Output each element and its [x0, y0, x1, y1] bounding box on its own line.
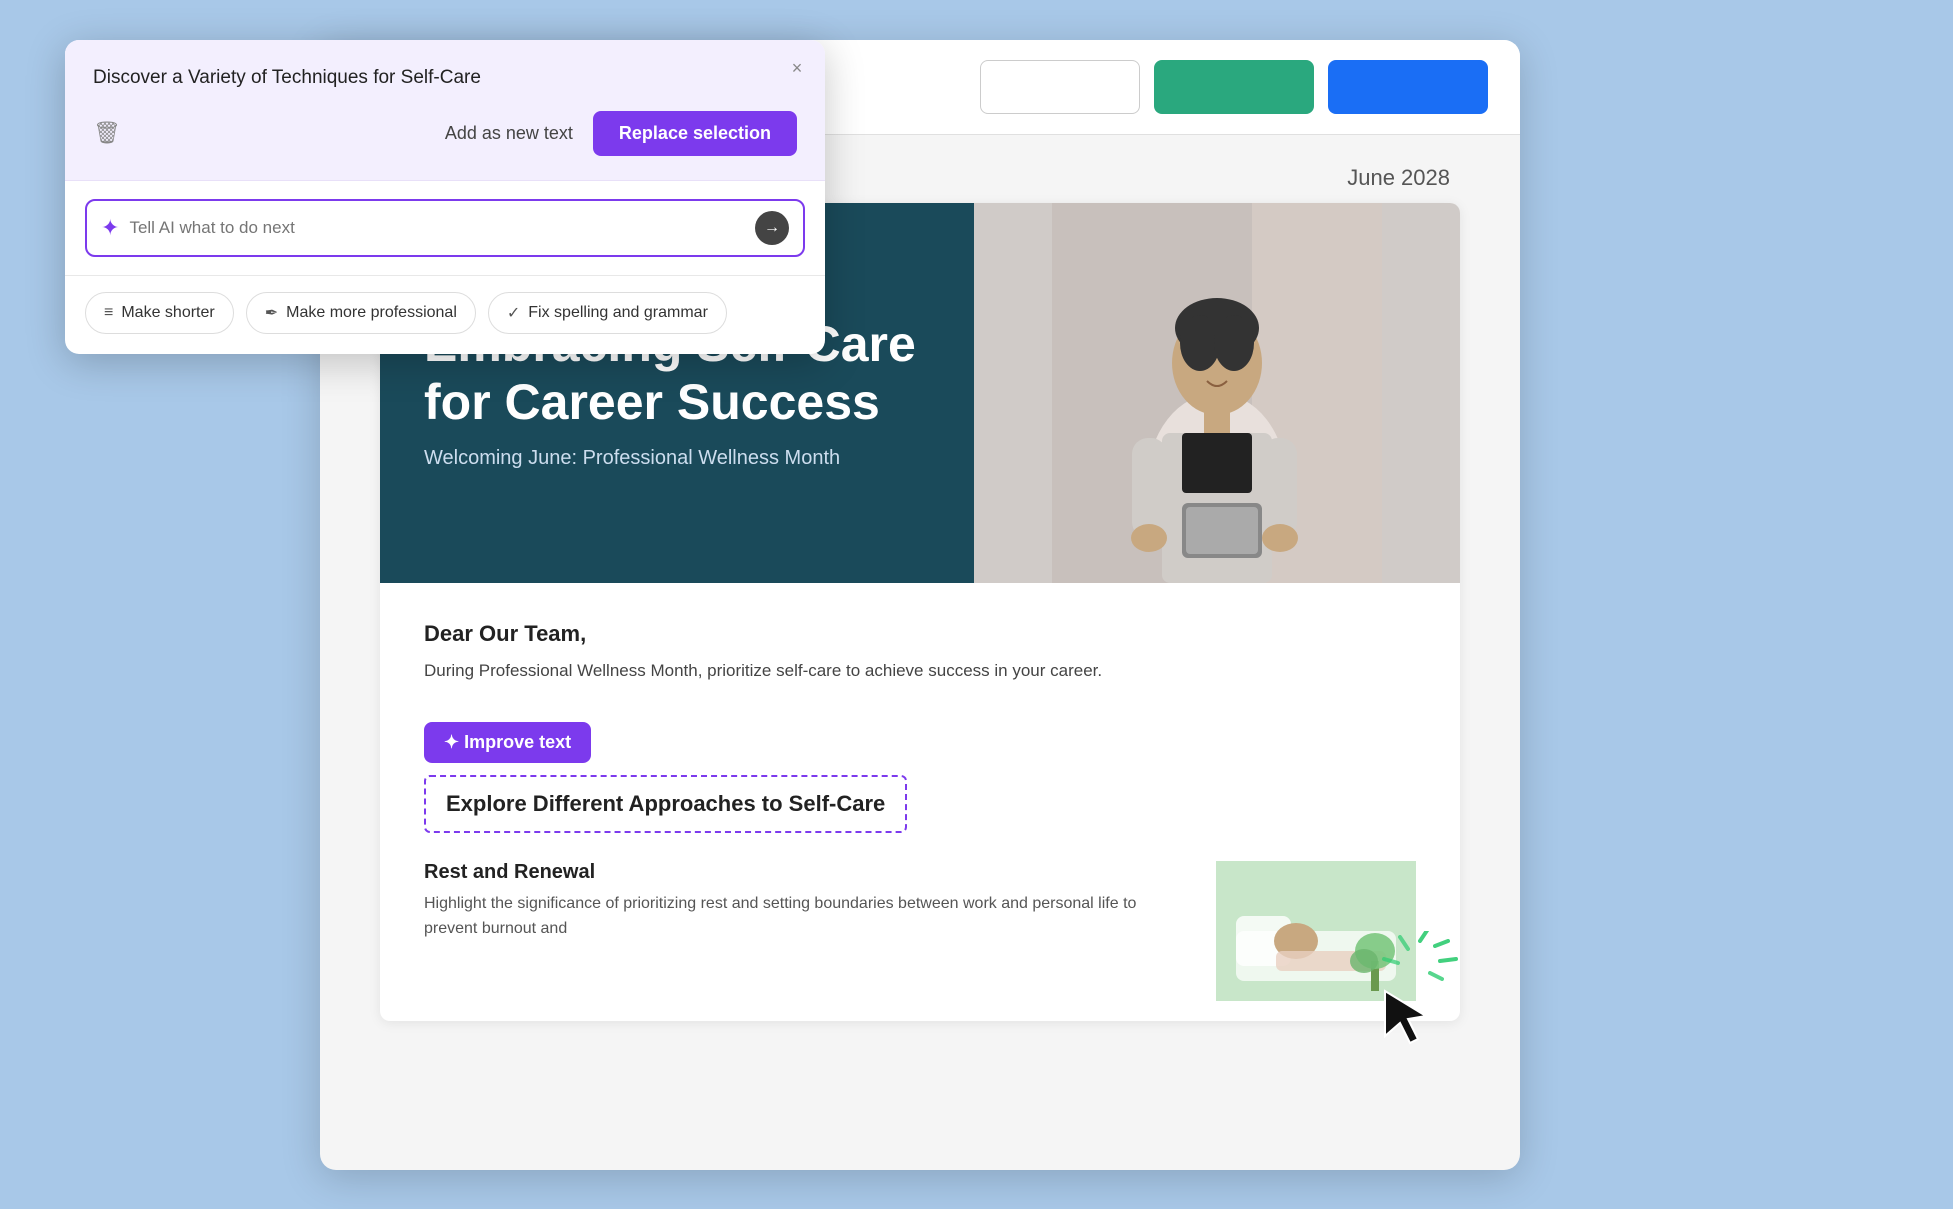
dear-team-section: Dear Our Team, During Professional Welln…: [380, 583, 1460, 706]
intro-text: During Professional Wellness Month, prio…: [424, 657, 1416, 684]
suggestion-box: Discover a Variety of Techniques for Sel…: [65, 40, 825, 181]
ai-input-area: ✦ →: [65, 181, 825, 276]
rest-section: Rest and Renewal Highlight the significa…: [380, 861, 1460, 1021]
cursor-group: [1350, 931, 1470, 1051]
ai-popup: × Discover a Variety of Techniques for S…: [65, 40, 825, 354]
replace-selection-button[interactable]: Replace selection: [593, 111, 797, 156]
make-shorter-icon: ≡: [104, 304, 113, 322]
hero-subtitle: Welcoming June: Professional Wellness Mo…: [424, 447, 930, 470]
make-professional-icon: ✒: [265, 303, 278, 323]
chip-fix-spelling-label: Fix spelling and grammar: [528, 304, 708, 322]
suggestion-text: Discover a Variety of Techniques for Sel…: [93, 64, 797, 93]
fix-spelling-icon: ✓: [507, 303, 520, 323]
ai-send-button[interactable]: →: [755, 211, 789, 245]
improve-text-button[interactable]: ✦ Improve text: [424, 722, 591, 763]
chips-row: ≡ Make shorter ✒ Make more professional …: [65, 276, 825, 354]
popup-close-button[interactable]: ×: [783, 54, 811, 82]
add-as-new-button[interactable]: Add as new text: [445, 123, 573, 144]
send-arrow-icon: →: [764, 219, 780, 237]
trash-icon: 🗑: [93, 120, 121, 146]
chip-make-professional-label: Make more professional: [286, 304, 457, 322]
selected-heading-text[interactable]: Explore Different Approaches to Self-Car…: [424, 775, 907, 833]
person-illustration: [974, 203, 1460, 583]
chip-make-professional[interactable]: ✒ Make more professional: [246, 292, 476, 334]
rest-title: Rest and Renewal: [424, 861, 1186, 884]
suggestion-actions: 🗑 Add as new text Replace selection: [93, 111, 797, 156]
delete-suggestion-button[interactable]: 🗑: [93, 120, 121, 146]
dear-team-label: Dear Our Team,: [424, 621, 1416, 647]
chip-fix-spelling[interactable]: ✓ Fix spelling and grammar: [488, 292, 727, 334]
toolbar-button-3[interactable]: [1328, 60, 1488, 114]
ai-text-input[interactable]: [129, 218, 745, 238]
toolbar-button-2[interactable]: [1154, 60, 1314, 114]
chip-make-shorter-label: Make shorter: [121, 304, 214, 322]
ai-sparkle-icon: ✦: [101, 215, 119, 241]
rest-body: Highlight the significance of prioritizi…: [424, 892, 1186, 942]
cursor-sparkles-svg: [1350, 931, 1470, 1051]
hero-image: [974, 203, 1460, 583]
ai-input-row: ✦ →: [85, 199, 805, 257]
selected-section: ✦ Improve text Explore Different Approac…: [380, 706, 1460, 861]
chip-make-shorter[interactable]: ≡ Make shorter: [85, 292, 234, 334]
toolbar-button-1[interactable]: [980, 60, 1140, 114]
